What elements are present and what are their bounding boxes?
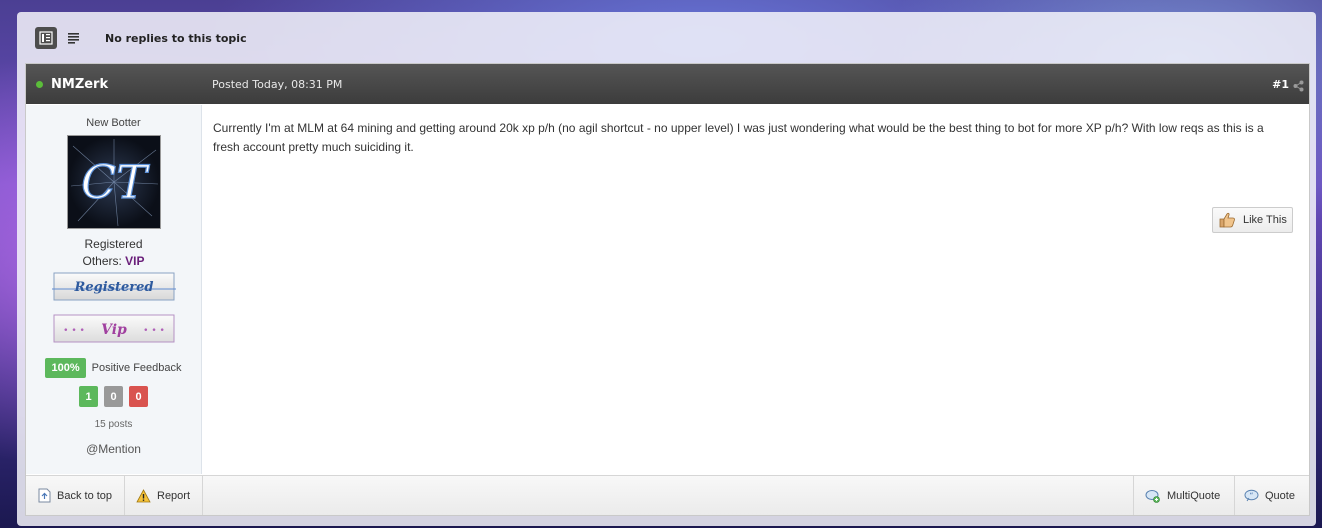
multiquote-icon: [1145, 489, 1160, 503]
member-other-groups: Others: VIP: [26, 254, 201, 268]
feedback-summary: 100% Positive Feedback: [26, 358, 201, 378]
standard-view-button[interactable]: [35, 27, 57, 49]
online-status-icon: [36, 81, 43, 88]
mention-link[interactable]: @Mention: [26, 442, 201, 456]
footer-divider: [1234, 476, 1235, 515]
list-view-icon: [68, 33, 79, 44]
report-button[interactable]: Report: [136, 476, 190, 515]
condensed-view-button[interactable]: [63, 27, 85, 49]
thumbs-up-icon: [1219, 212, 1235, 228]
back-to-top-icon: [38, 488, 51, 503]
multiquote-label: MultiQuote: [1167, 489, 1221, 502]
warning-icon: [136, 488, 151, 502]
feedback-label: Positive Feedback: [91, 362, 182, 374]
back-to-top-button[interactable]: Back to top: [38, 476, 112, 515]
post-header: NMZerk Posted Today, 08:31 PM #1: [26, 64, 1309, 104]
quote-button[interactable]: “ Quote: [1244, 476, 1295, 515]
feedback-counts: 1 0 0: [26, 386, 201, 407]
footer-divider: [124, 476, 125, 515]
standard-view-icon: [39, 31, 53, 45]
neutral-feedback-count[interactable]: 0: [104, 386, 123, 407]
footer-divider: [1133, 476, 1134, 515]
positive-feedback-count[interactable]: 1: [79, 386, 98, 407]
topic-reply-status: No replies to this topic: [105, 31, 247, 45]
vip-group: VIP: [125, 254, 145, 268]
svg-text:“: “: [1250, 492, 1254, 500]
feedback-percent-badge[interactable]: 100%: [45, 358, 86, 378]
forum-post: NMZerk Posted Today, 08:31 PM #1 New Bot…: [25, 63, 1310, 516]
svg-text:• • •: • • •: [63, 326, 85, 336]
share-icon[interactable]: [1293, 77, 1304, 96]
like-button[interactable]: Like This: [1212, 207, 1293, 233]
member-group: Registered: [84, 237, 143, 251]
author-info-panel: New Botter CT Registered Others: VIP Reg…: [26, 105, 202, 474]
member-title: New Botter: [86, 117, 141, 129]
avatar-image: CT: [70, 139, 158, 227]
like-button-label: Like This: [1243, 214, 1287, 226]
post-date: Posted Today, 08:31 PM: [212, 78, 343, 91]
post-footer: Back to top Report MultiQuote “ Quote: [26, 475, 1309, 515]
post-number-link[interactable]: #1: [1272, 78, 1289, 91]
report-label: Report: [157, 489, 191, 502]
svg-text:• • •: • • •: [143, 326, 165, 336]
quote-icon: “: [1244, 489, 1259, 502]
topic-toolbar: No replies to this topic: [35, 26, 247, 50]
quote-label: Quote: [1265, 489, 1295, 502]
other-groups-label: Others:: [82, 254, 126, 268]
negative-feedback-count[interactable]: 0: [129, 386, 148, 407]
vip-badge-text: Vip: [101, 322, 127, 338]
registered-badge-text: Registered: [73, 280, 153, 295]
vip-badge: • • • • • • Vip: [52, 314, 176, 344]
multiquote-button[interactable]: MultiQuote: [1145, 476, 1220, 515]
back-to-top-label: Back to top: [57, 489, 113, 502]
author-avatar[interactable]: CT: [66, 135, 161, 229]
post-content: Currently I'm at MLM at 64 mining and ge…: [213, 121, 1264, 154]
topic-container: No replies to this topic NMZerk Posted T…: [17, 12, 1316, 526]
footer-divider: [202, 476, 203, 515]
registered-badge: Registered: [51, 272, 176, 302]
post-count: 15 posts: [94, 419, 133, 430]
post-author-link[interactable]: NMZerk: [51, 77, 108, 92]
avatar-monogram: CT: [81, 155, 150, 209]
